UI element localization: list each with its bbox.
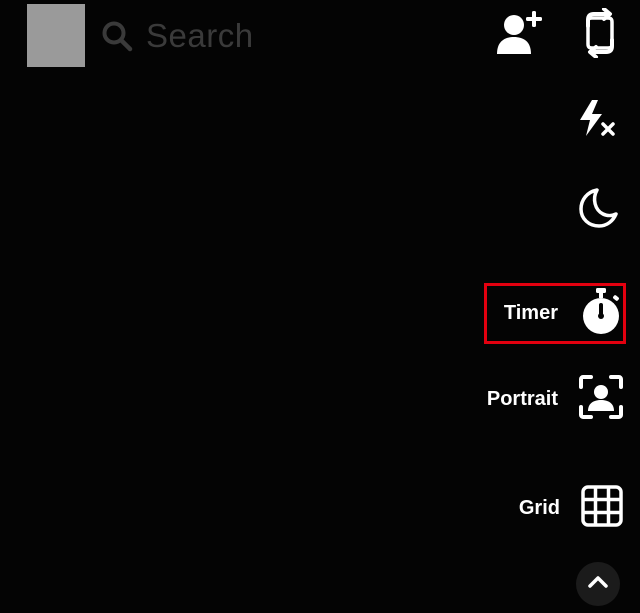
add-friend-button[interactable] xyxy=(494,8,546,58)
avatar[interactable] xyxy=(27,4,85,67)
search-icon xyxy=(100,19,134,53)
portrait-icon xyxy=(578,374,624,425)
timer-button[interactable]: Timer xyxy=(503,287,624,340)
flip-camera-button[interactable] xyxy=(578,8,622,58)
flash-off-icon xyxy=(576,98,620,140)
stopwatch-icon xyxy=(578,287,624,340)
search-bar[interactable]: Search xyxy=(100,10,320,62)
portrait-button[interactable]: Portrait xyxy=(487,374,624,424)
grid-icon xyxy=(580,484,624,533)
grid-button[interactable]: Grid xyxy=(519,484,624,532)
add-friend-icon xyxy=(494,8,546,58)
camera-screen: Search Timer Portrait Grid xyxy=(0,0,640,613)
flash-button[interactable] xyxy=(576,98,620,140)
search-placeholder: Search xyxy=(146,17,254,54)
flip-camera-icon xyxy=(578,8,622,58)
portrait-label: Portrait xyxy=(486,387,558,410)
collapse-tools-button[interactable] xyxy=(576,562,620,606)
timer-label: Timer xyxy=(503,301,558,324)
chevron-up-icon xyxy=(587,574,609,595)
moon-icon xyxy=(577,186,621,230)
night-mode-button[interactable] xyxy=(577,186,621,230)
grid-label: Grid xyxy=(518,496,560,519)
